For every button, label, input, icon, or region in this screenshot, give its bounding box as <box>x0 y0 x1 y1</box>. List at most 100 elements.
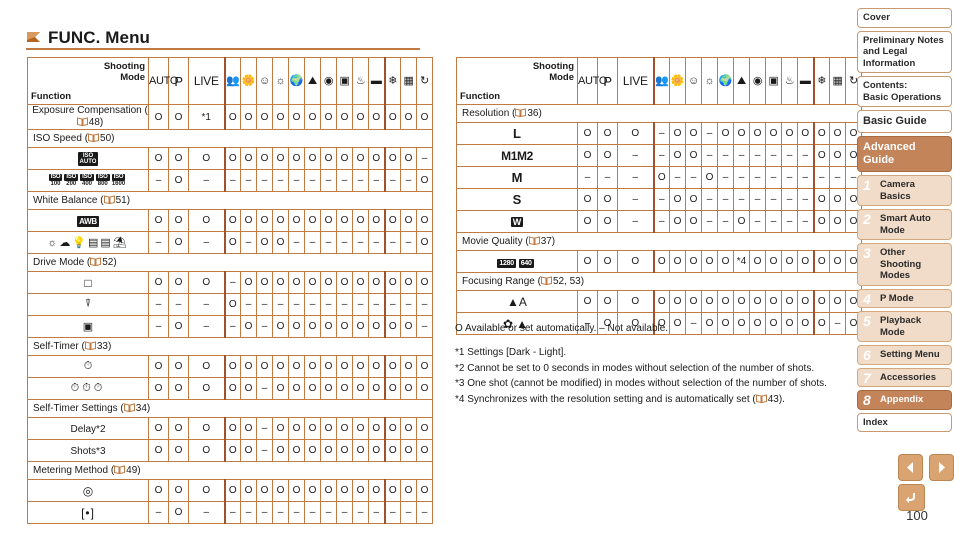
availability-cell: O <box>168 355 189 378</box>
availability-cell: O <box>223 439 241 462</box>
sidebar-item-playback-mode[interactable]: 5 Playback Mode <box>857 311 952 342</box>
availability-cell: O <box>701 166 718 189</box>
availability-cell: O <box>320 439 337 462</box>
row-label: ▲A <box>456 290 578 313</box>
row-label-text: W <box>510 216 524 227</box>
availability-cell: – <box>652 188 670 211</box>
header-function-mode-cell: Shooting Mode Function <box>456 57 578 105</box>
availability-cell: – <box>829 312 846 335</box>
availability-cell: – <box>701 188 718 211</box>
spot-metering-icon: [•] <box>81 505 95 520</box>
availability-cell: – <box>383 293 401 316</box>
availability-cell: O <box>416 104 433 130</box>
sidebar-item-appendix[interactable]: 8 Appendix <box>857 390 952 410</box>
availability-cell: – <box>336 231 353 254</box>
availability-cell: O <box>223 479 241 502</box>
availability-cell: – <box>223 315 241 338</box>
availability-cell: – <box>256 377 273 400</box>
availability-cell: O <box>577 210 598 233</box>
sidebar-item-p-mode[interactable]: 4 P Mode <box>857 288 952 308</box>
availability-cell: – <box>781 144 798 167</box>
page-reference-icon <box>123 403 135 412</box>
section-label: Self-Timer Settings (34) <box>27 399 433 418</box>
sidebar-item-index[interactable]: Index <box>857 412 952 432</box>
iso-400-icon: ISO 400 <box>80 173 94 187</box>
section-label: Self-Timer (33) <box>27 337 433 356</box>
section-header-row: ISO Speed (50) <box>27 129 433 148</box>
availability-cell: O <box>829 250 846 273</box>
availability-cell: O <box>188 479 225 502</box>
table-row: ▣ – O – – O – O O O O O O O O O – <box>27 315 433 338</box>
availability-cell: O <box>336 417 353 440</box>
mode-column-toy-camera-icon: ◉ <box>320 57 337 105</box>
availability-cell: O <box>320 209 337 232</box>
availability-cell: – <box>829 166 846 189</box>
availability-cell: O <box>272 271 289 294</box>
table-row: ISO AUTO O O O O O O O O O O O O O O O – <box>27 147 433 170</box>
availability-cell: – <box>240 231 257 254</box>
sidebar-item-camera-basics[interactable]: 1 Camera Basics <box>857 175 952 206</box>
availability-cell: O <box>304 315 321 338</box>
sidebar-item-setting-menu[interactable]: 6 Setting Menu <box>857 345 952 365</box>
row-label: 1280 640 <box>456 250 578 273</box>
sidebar-item-contents-basic-operations[interactable]: Contents: Basic Operations <box>857 76 952 107</box>
availability-cell: O <box>168 479 189 502</box>
footnote: *3 One shot (cannot be modified) in mode… <box>455 376 827 392</box>
availability-cell: – <box>148 231 169 254</box>
availability-cell: O <box>288 104 305 130</box>
sidebar-item-basic-guide[interactable]: Basic Guide <box>857 110 952 133</box>
sidebar-item-cover[interactable]: Cover <box>857 8 952 28</box>
availability-cell: O <box>223 209 241 232</box>
section-label: Metering Method (49) <box>27 461 433 480</box>
availability-cell: O <box>352 355 369 378</box>
availability-cell: – <box>400 231 417 254</box>
table-row: ⍒ – – – O – – – – – – – – – – – – <box>27 293 433 316</box>
previous-page-arrow-icon[interactable] <box>898 454 923 481</box>
sidebar-item-smart-auto-mode[interactable]: 2 Smart Auto Mode <box>857 209 952 240</box>
section-header-row: White Balance (51) <box>27 191 433 210</box>
table-row: □ O O O – O O O O O O O O O O O O <box>27 271 433 294</box>
availability-cell: – <box>383 231 401 254</box>
row-label: ISO AUTO <box>27 147 149 170</box>
availability-cell: O <box>168 147 189 170</box>
row-label: □ <box>27 271 149 294</box>
back-arrow-icon[interactable] <box>898 484 925 511</box>
next-page-arrow-icon[interactable] <box>929 454 954 481</box>
mode-column-fish-eye-icon: 🌍 <box>288 57 305 105</box>
availability-cell: O <box>336 479 353 502</box>
availability-cell: O <box>336 209 353 232</box>
footnote-text: *4 Synchronizes with the resolution sett… <box>455 393 756 405</box>
sidebar-item-preliminary-notes-and-legal-information[interactable]: Preliminary Notes and Legal Information <box>857 30 952 73</box>
availability-cell: O <box>669 250 686 273</box>
availability-cell: – <box>781 210 798 233</box>
availability-cell: – <box>812 166 830 189</box>
availability-cell: O <box>148 439 169 462</box>
availability-cell: O <box>352 147 369 170</box>
availability-cell: O <box>400 209 417 232</box>
availability-cell: *1 <box>188 104 225 130</box>
availability-cell: O <box>304 417 321 440</box>
availability-cell: – <box>272 169 289 192</box>
mode-column-smart-shutter-icon: ☺ <box>685 57 702 105</box>
availability-cell: O <box>701 312 718 335</box>
iso-800-icon: ISO 800 <box>95 173 110 187</box>
sidebar-item-advanced-guide[interactable]: Advanced Guide <box>857 136 952 172</box>
sidebar-item-accessories[interactable]: 7 Accessories <box>857 367 952 387</box>
row-label: S <box>456 188 578 211</box>
availability-cell: O <box>829 188 846 211</box>
sidebar-item-other-shooting-modes[interactable]: 3 Other Shooting Modes <box>857 243 952 286</box>
availability-cell: O <box>733 290 750 313</box>
sidebar-item-number: 3 <box>863 245 871 261</box>
availability-cell: – <box>352 293 369 316</box>
mode-column-live: LIVE <box>617 57 654 105</box>
auto-continuous-icon: ⍒ <box>84 298 92 310</box>
availability-cell: O <box>320 355 337 378</box>
availability-cell: O <box>701 290 718 313</box>
availability-cell: O <box>383 355 401 378</box>
sidebar-item-label: Appendix <box>880 394 924 405</box>
availability-cell: – <box>400 169 417 192</box>
availability-cell: – <box>272 501 289 524</box>
row-label: M1M2 <box>456 144 578 167</box>
table-row: ⏱ O O O O O O O O O O O O O O O O <box>27 355 433 378</box>
availability-cell: O <box>812 290 830 313</box>
